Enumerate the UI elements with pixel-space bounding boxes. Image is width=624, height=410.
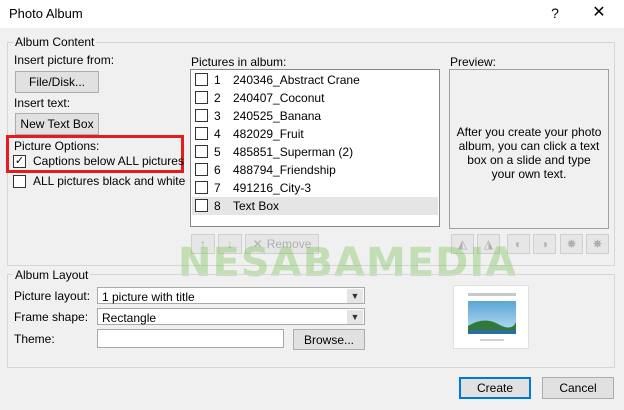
picture-layout-label: Picture layout: (14, 289, 91, 303)
pictures-listbox[interactable]: 1 240346_Abstract Crane 2 240407_Coconut… (190, 69, 440, 227)
list-item-checkbox[interactable] (195, 73, 208, 86)
list-item-name: 491216_City-3 (233, 181, 312, 195)
create-button[interactable]: Create (459, 377, 531, 399)
preview-label: Preview: (450, 55, 497, 69)
title-bar: Photo Album ? ✕ (0, 0, 624, 28)
list-item-number: 3 (214, 109, 221, 123)
list-item-checkbox[interactable] (195, 127, 208, 140)
list-item-checkbox[interactable] (195, 145, 208, 158)
insert-picture-label: Insert picture from: (14, 53, 115, 67)
file-disk-button[interactable]: File/Disk... (15, 71, 99, 93)
brightness-up-icon: ✹ (566, 237, 577, 251)
browse-button[interactable]: Browse... (293, 329, 365, 350)
frame-shape-value: Rectangle (102, 311, 157, 325)
list-item-name: 482029_Fruit (233, 127, 304, 141)
theme-label: Theme: (14, 332, 55, 346)
list-item-checkbox[interactable] (195, 199, 208, 212)
new-text-box-button[interactable]: New Text Box (15, 113, 99, 135)
frame-shape-select[interactable]: Rectangle ▼ (97, 308, 365, 325)
contrast-down-button[interactable]: ◑ (533, 234, 556, 254)
list-item-name: 240346_Abstract Crane (233, 73, 360, 87)
cancel-button[interactable]: Cancel (542, 377, 614, 399)
list-item-number: 4 (214, 127, 221, 141)
list-item[interactable]: 7 491216_City-3 (192, 179, 438, 197)
layout-thumbnail (453, 285, 529, 349)
black-white-option-label[interactable]: ALL pictures black and white (33, 174, 185, 188)
list-item-checkbox[interactable] (195, 109, 208, 122)
pictures-in-album-label: Pictures in album: (191, 55, 287, 69)
list-item-number: 5 (214, 145, 221, 159)
close-button[interactable]: ✕ (588, 2, 610, 24)
window-title: Photo Album (9, 6, 83, 21)
picture-layout-value: 1 picture with title (102, 290, 195, 304)
captions-option-label[interactable]: Captions below ALL pictures (33, 154, 184, 168)
list-item-name: 485851_Superman (2) (233, 145, 354, 159)
list-item-checkbox[interactable] (195, 91, 208, 104)
contrast-down-icon: ◑ (540, 237, 549, 251)
list-item-selected[interactable]: 8 Text Box (192, 197, 438, 215)
album-content-legend: Album Content (13, 35, 97, 49)
brightness-down-icon: ✸ (592, 237, 603, 251)
captions-checkbox[interactable]: ✓ (13, 155, 26, 168)
list-item[interactable]: 5 485851_Superman (2) (192, 143, 438, 161)
list-item[interactable]: 2 240407_Coconut (192, 89, 438, 107)
black-white-checkbox[interactable] (13, 175, 26, 188)
list-item-number: 7 (214, 181, 221, 195)
layout-thumbnail-image (468, 293, 516, 341)
frame-shape-label: Frame shape: (14, 310, 89, 324)
help-button[interactable]: ? (545, 3, 565, 23)
list-item-number: 8 (214, 199, 221, 213)
checkmark-icon: ✓ (14, 155, 25, 167)
list-item-number: 1 (214, 73, 221, 87)
list-item-number: 6 (214, 163, 221, 177)
theme-input[interactable] (97, 329, 284, 348)
album-layout-legend: Album Layout (13, 268, 91, 282)
list-item[interactable]: 4 482029_Fruit (192, 125, 438, 143)
insert-text-label: Insert text: (14, 96, 71, 110)
list-item-checkbox[interactable] (195, 163, 208, 176)
preview-text: After you create your photo album, you c… (456, 125, 602, 181)
preview-pane: After you create your photo album, you c… (449, 69, 609, 229)
list-item-name: 240525_Banana (233, 109, 322, 123)
brightness-up-button[interactable]: ✹ (560, 234, 583, 254)
chevron-down-icon[interactable]: ▼ (347, 310, 363, 324)
list-item-name: 240407_Coconut (233, 91, 325, 105)
list-item[interactable]: 1 240346_Abstract Crane (192, 71, 438, 89)
list-item-number: 2 (214, 91, 221, 105)
chevron-down-icon[interactable]: ▼ (347, 289, 363, 303)
list-item-name: Text Box (233, 199, 280, 213)
picture-options-label: Picture Options: (14, 139, 100, 153)
list-item-checkbox[interactable] (195, 181, 208, 194)
brightness-down-button[interactable]: ✸ (586, 234, 609, 254)
list-item[interactable]: 3 240525_Banana (192, 107, 438, 125)
list-item-name: 488794_Friendship (233, 163, 336, 177)
picture-layout-select[interactable]: 1 picture with title ▼ (97, 287, 365, 304)
list-item[interactable]: 6 488794_Friendship (192, 161, 438, 179)
